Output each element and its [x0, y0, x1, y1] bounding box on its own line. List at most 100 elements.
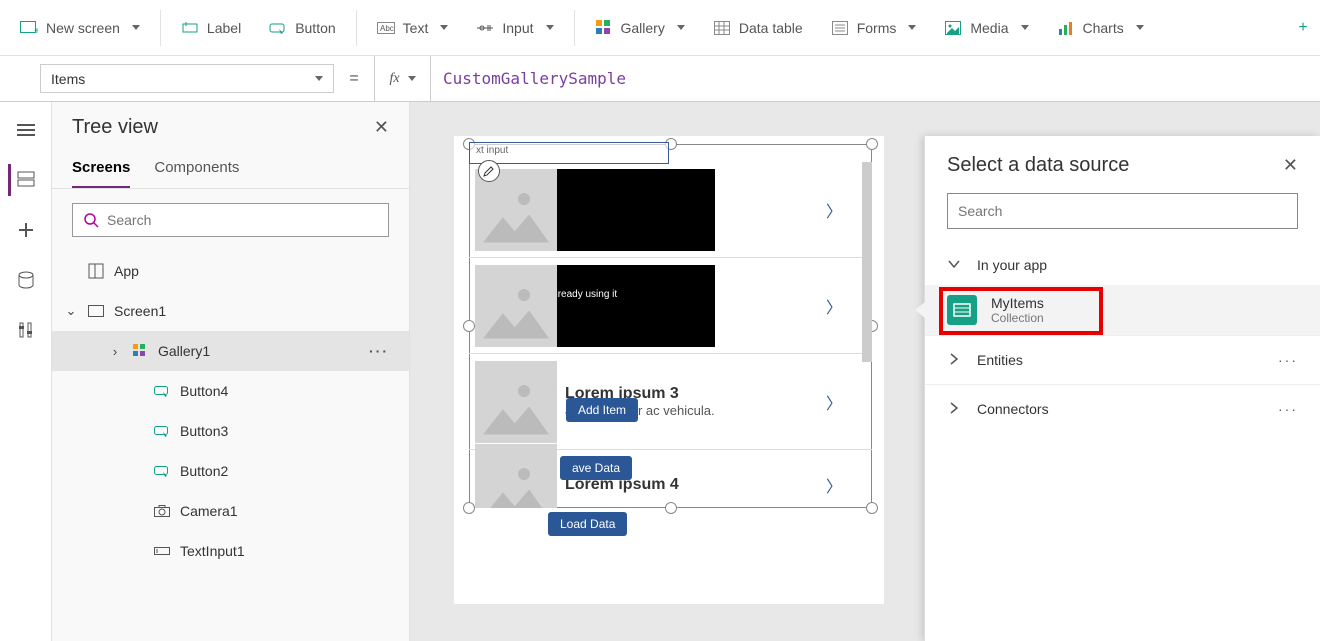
fx-label: fx	[389, 71, 399, 87]
chevron-down-icon	[1136, 25, 1144, 30]
button-icon	[152, 421, 172, 441]
app-icon	[86, 261, 106, 281]
tree-search[interactable]	[72, 203, 389, 237]
collection-icon	[947, 295, 977, 325]
chevron-down-icon	[947, 257, 963, 273]
media-label: Media	[970, 20, 1008, 36]
tree-node-textinput1[interactable]: TextInput1	[52, 531, 409, 571]
close-icon[interactable]: ✕	[374, 117, 389, 138]
gallery-icon	[595, 19, 613, 37]
chevron-down-icon: ⌄	[64, 303, 78, 319]
section-label: Entities	[977, 352, 1023, 368]
tree-node-gallery1[interactable]: › Gallery1 ···	[52, 331, 409, 371]
input-button[interactable]: Input	[464, 11, 565, 45]
chevron-right-icon	[947, 352, 963, 368]
button-icon	[152, 461, 172, 481]
chevron-right-icon[interactable]: 〉	[826, 198, 842, 222]
label-icon	[181, 19, 199, 37]
tree-node-button3[interactable]: Button3	[52, 411, 409, 451]
add-item-button[interactable]: Add Item	[566, 398, 638, 422]
text-label: Text	[403, 20, 429, 36]
screen-icon	[86, 301, 106, 321]
media-button[interactable]: Media	[932, 11, 1040, 45]
forms-button[interactable]: Forms	[819, 11, 929, 45]
forms-label: Forms	[857, 20, 897, 36]
formula-input[interactable]: CustomGallerySample	[430, 56, 1320, 101]
property-dropdown[interactable]: Items	[40, 64, 334, 93]
tree-node-screen1[interactable]: ⌄ Screen1	[52, 291, 409, 331]
section-entities[interactable]: Entities ···	[925, 335, 1320, 384]
more-icon[interactable]: ···	[1278, 401, 1298, 417]
tree-node-app[interactable]: App	[52, 251, 409, 291]
canvas-area: xt input Lorem ipsum 1sit amet, 〉	[410, 102, 1320, 641]
close-icon[interactable]: ✕	[1283, 155, 1298, 176]
separator	[574, 10, 575, 46]
datatable-button[interactable]: Data table	[701, 11, 815, 45]
charts-button[interactable]: Charts	[1045, 11, 1156, 45]
new-screen-label: New screen	[46, 20, 120, 36]
section-label: In your app	[977, 257, 1047, 273]
hamburger-icon[interactable]	[10, 114, 42, 146]
resize-handle[interactable]	[866, 138, 878, 150]
formula-bar: Items = fx CustomGallerySample	[0, 56, 1320, 102]
svg-text:+: +	[34, 26, 38, 35]
chevron-down-icon	[408, 76, 416, 81]
more-icon[interactable]: ···	[369, 343, 397, 359]
textinput-control[interactable]: xt input	[469, 142, 669, 164]
data-source-search[interactable]	[947, 193, 1298, 229]
fx-button[interactable]: fx	[374, 56, 430, 101]
charts-label: Charts	[1083, 20, 1124, 36]
tools-icon[interactable]	[10, 314, 42, 346]
tree-search-input[interactable]	[107, 212, 378, 228]
camera-icon	[152, 501, 172, 521]
tree-node-button2[interactable]: Button2	[52, 451, 409, 491]
gallery-item[interactable]: Yo t up or you're already using it metus…	[469, 258, 872, 354]
edit-icon[interactable]	[478, 160, 500, 182]
gallery-item[interactable]: Lorem ipsum 1sit amet, 〉	[469, 162, 872, 258]
tree-view-icon[interactable]	[8, 164, 40, 196]
image-placeholder-icon	[475, 361, 557, 443]
gallery-item[interactable]: Lorem ipsum 4 〉	[469, 450, 872, 508]
text-icon: Abc	[377, 19, 395, 37]
new-screen-button[interactable]: + New screen	[8, 11, 152, 45]
gallery-label: Gallery	[621, 20, 665, 36]
label-button[interactable]: Label	[169, 11, 253, 45]
tab-screens[interactable]: Screens	[72, 153, 130, 188]
tree-node-camera1[interactable]: Camera1	[52, 491, 409, 531]
chevron-down-icon	[546, 25, 554, 30]
chevron-right-icon: ›	[108, 344, 122, 359]
chevron-right-icon[interactable]: 〉	[826, 473, 842, 497]
gallery-control[interactable]: Lorem ipsum 1sit amet, 〉 Yo t up or you'…	[469, 144, 872, 508]
save-data-button[interactable]: ave Data	[560, 456, 632, 480]
forms-icon	[831, 19, 849, 37]
insert-icon[interactable]	[10, 214, 42, 246]
data-source-myitems[interactable]: MyItems Collection	[925, 285, 1320, 335]
data-icon[interactable]	[10, 264, 42, 296]
button-button[interactable]: Button	[257, 11, 347, 45]
data-source-search-input[interactable]	[958, 203, 1287, 219]
data-source-panel: Select a data source ✕ In your app MyIte…	[924, 136, 1320, 641]
section-connectors[interactable]: Connectors ···	[925, 384, 1320, 433]
input-label: Input	[502, 20, 533, 36]
chevron-down-icon	[1021, 25, 1029, 30]
tab-components[interactable]: Components	[154, 153, 239, 188]
media-icon	[944, 19, 962, 37]
plus-icon[interactable]: +	[1294, 19, 1312, 37]
gallery-list: Lorem ipsum 1sit amet, 〉 Yo t up or you'…	[469, 162, 872, 508]
text-button[interactable]: Abc Text	[365, 11, 461, 45]
load-data-button[interactable]: Load Data	[548, 512, 627, 536]
tree-node-button4[interactable]: Button4	[52, 371, 409, 411]
chevron-down-icon	[440, 25, 448, 30]
textinput-icon	[152, 541, 172, 561]
button-text: Button	[295, 20, 335, 36]
datatable-icon	[713, 19, 731, 37]
image-placeholder-icon	[475, 265, 557, 347]
gallery-item[interactable]: Lorem ipsum 3aretra a dolor ac vehicula.…	[469, 354, 872, 450]
gallery-button[interactable]: Gallery	[583, 11, 697, 45]
top-toolbar: + New screen Label Button Abc Text Input…	[0, 0, 1320, 56]
section-in-your-app[interactable]: In your app	[925, 245, 1320, 285]
chevron-right-icon[interactable]: 〉	[826, 390, 842, 414]
chevron-down-icon	[132, 25, 140, 30]
more-icon[interactable]: ···	[1278, 352, 1298, 368]
canvas[interactable]: xt input Lorem ipsum 1sit amet, 〉	[454, 136, 884, 604]
